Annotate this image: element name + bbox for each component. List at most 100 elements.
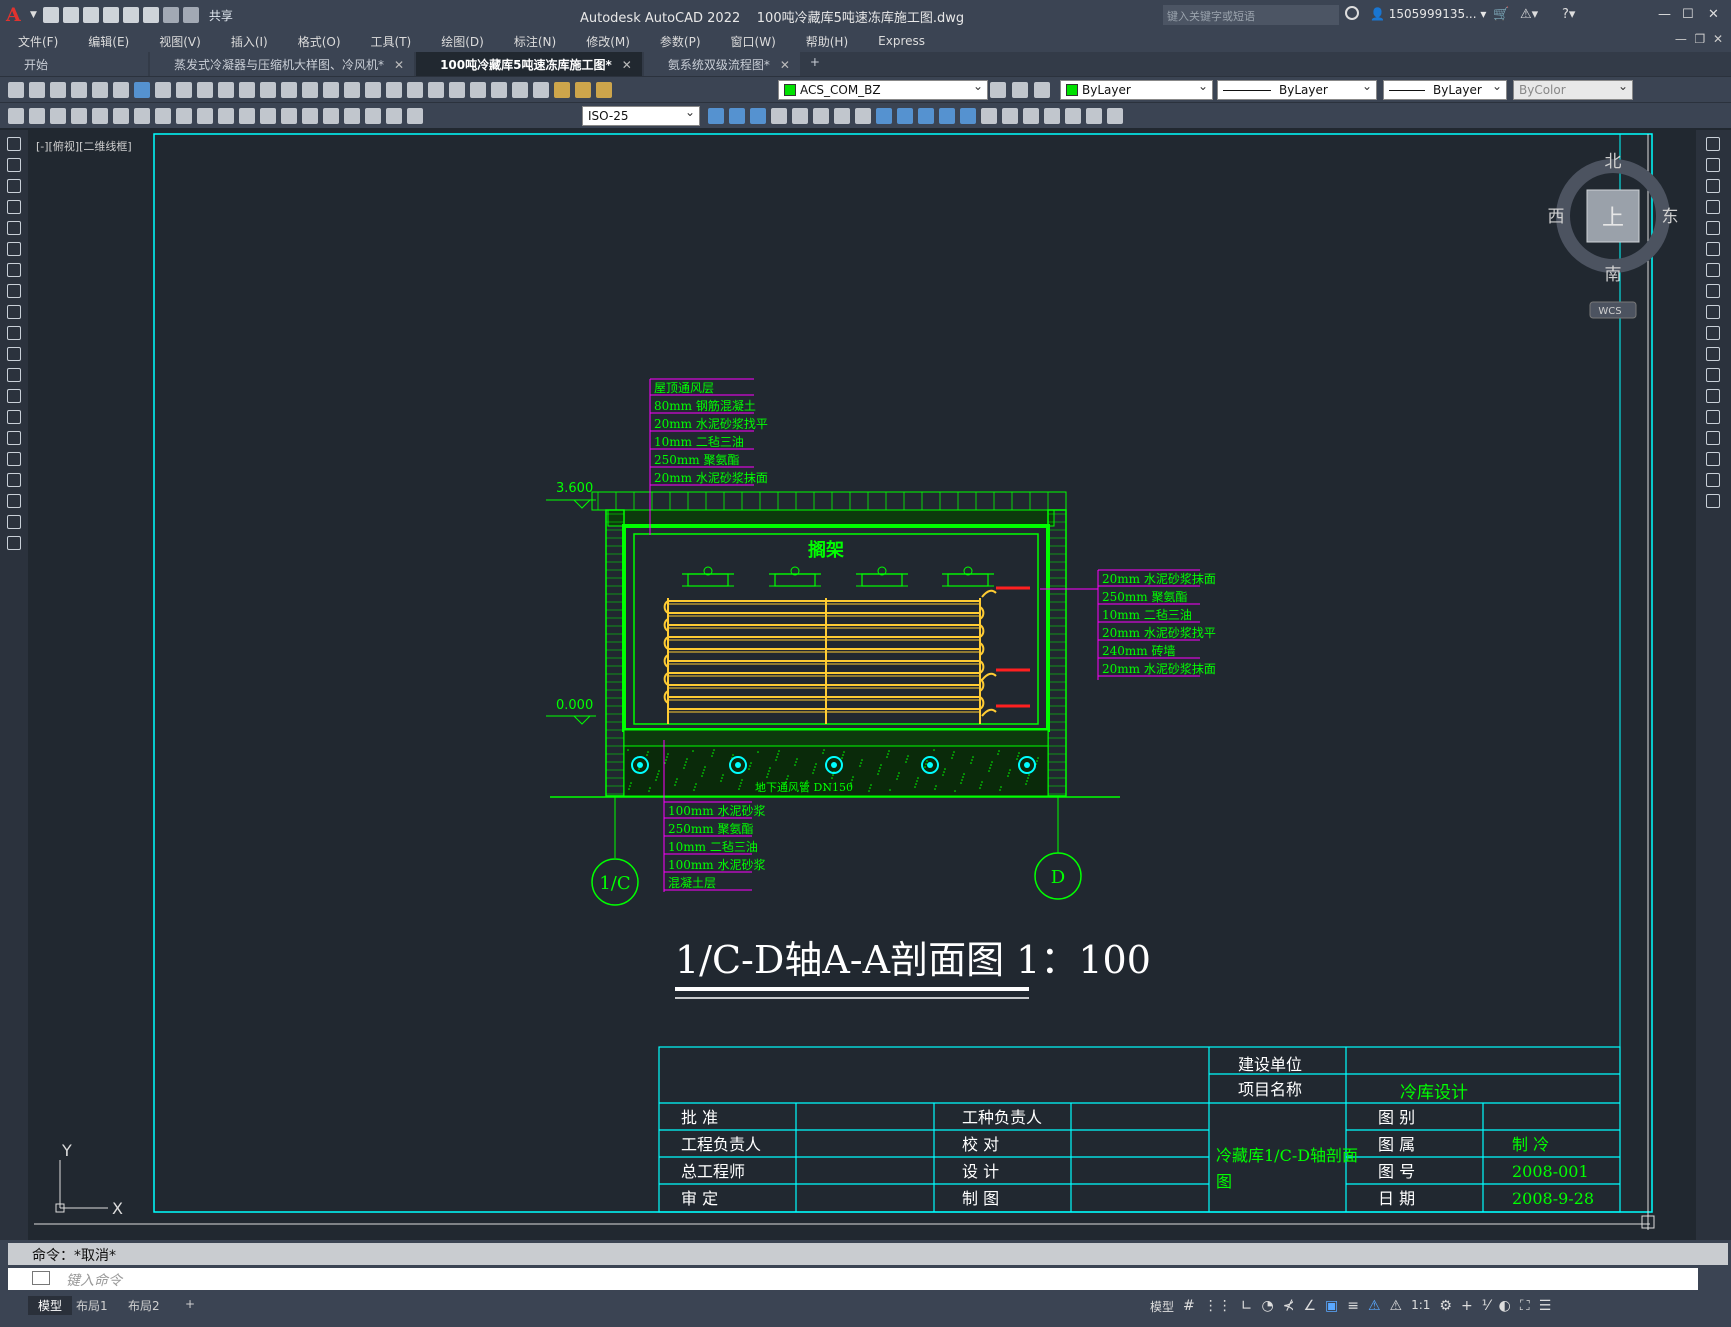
scale-icon[interactable]: [855, 108, 871, 124]
title-block[interactable]: [658, 1046, 1621, 1213]
erase-icon[interactable]: [1706, 137, 1720, 151]
block-editor-icon[interactable]: [239, 82, 255, 98]
add-selected-icon[interactable]: [7, 536, 21, 550]
make-block-icon[interactable]: [7, 389, 21, 403]
fullscreen-icon[interactable]: ⛶: [1520, 1298, 1530, 1315]
arc-icon[interactable]: [7, 242, 21, 256]
dim-text-edit-icon[interactable]: [386, 108, 402, 124]
model-space-button[interactable]: 模型: [1150, 1298, 1174, 1315]
layout2-tab[interactable]: 布局2: [118, 1296, 170, 1315]
app-menu-caret-icon[interactable]: ▼: [30, 10, 37, 20]
dim-baseline-icon[interactable]: [197, 108, 213, 124]
maximize-icon[interactable]: ☐: [1682, 7, 1694, 22]
dim-arc-icon[interactable]: [50, 108, 66, 124]
xline-icon[interactable]: [7, 158, 21, 172]
center-mark-icon[interactable]: [302, 108, 318, 124]
draworder-icon[interactable]: [1086, 108, 1102, 124]
menu-help[interactable]: 帮助(H): [788, 33, 860, 50]
3d-print-icon[interactable]: [134, 82, 150, 98]
spline-icon[interactable]: [7, 305, 21, 319]
join-icon[interactable]: [1706, 410, 1720, 424]
offset-icon[interactable]: [771, 108, 787, 124]
trim-icon[interactable]: [897, 108, 913, 124]
dim-aligned-icon[interactable]: [29, 108, 45, 124]
design-center-icon[interactable]: [407, 82, 423, 98]
close-icon[interactable]: ✕: [1708, 7, 1719, 22]
make-current-layer-icon[interactable]: [990, 82, 1006, 98]
polar-icon[interactable]: ◔: [1261, 1298, 1273, 1315]
auto-scale-icon[interactable]: ⚠: [1390, 1298, 1403, 1315]
break-at-point-icon[interactable]: [1706, 368, 1720, 382]
break-icon[interactable]: [1706, 389, 1720, 403]
grid-icon[interactable]: #: [1183, 1298, 1195, 1315]
gradient-icon[interactable]: [7, 452, 21, 466]
dim-edit-icon[interactable]: [365, 108, 381, 124]
dim-ordinate-icon[interactable]: [71, 108, 87, 124]
plot-icon[interactable]: [71, 82, 87, 98]
line-icon[interactable]: [7, 137, 21, 151]
document-window-controls[interactable]: — ❐ ✕: [1675, 32, 1723, 46]
cart-icon[interactable]: 🛒: [1493, 7, 1509, 22]
osnap-tracking-icon[interactable]: ⊀: [1283, 1298, 1295, 1315]
units-icon[interactable]: ⅟: [1482, 1298, 1490, 1315]
undo-icon[interactable]: [260, 82, 276, 98]
region-icon[interactable]: [7, 473, 21, 487]
tab-start[interactable]: 开始: [0, 52, 148, 76]
layer-properties-icon[interactable]: [533, 82, 549, 98]
fillet-icon[interactable]: [1002, 108, 1018, 124]
layer-previous-icon[interactable]: [1012, 82, 1028, 98]
help-icon[interactable]: [512, 82, 528, 98]
paste-icon[interactable]: [197, 82, 213, 98]
table-icon[interactable]: [7, 494, 21, 508]
markup-icon[interactable]: [470, 82, 486, 98]
dim-angular-icon[interactable]: [155, 108, 171, 124]
lineweight-icon[interactable]: ≡: [1347, 1298, 1359, 1315]
redo-icon[interactable]: [281, 82, 297, 98]
open-web-icon[interactable]: [122, 7, 139, 23]
insert-block-icon[interactable]: [7, 368, 21, 382]
add-layout-icon[interactable]: +: [175, 1296, 205, 1312]
tolerance-icon[interactable]: [281, 108, 297, 124]
undo-icon[interactable]: [162, 7, 179, 23]
share-button[interactable]: 共享: [209, 7, 233, 24]
menu-modify[interactable]: 修改(M): [568, 33, 642, 50]
layer-dropdown[interactable]: ACS_COM_BZ: [778, 79, 988, 100]
menu-draw[interactable]: 绘图(D): [423, 33, 496, 50]
hatch-icon[interactable]: [7, 431, 21, 445]
user-account[interactable]: 👤 1505999135... ▾: [1370, 7, 1486, 21]
layout1-tab[interactable]: 布局1: [66, 1296, 118, 1315]
menu-dimension[interactable]: 标注(N): [496, 33, 568, 50]
redo-icon[interactable]: [182, 7, 199, 23]
dim-diameter-icon[interactable]: [134, 108, 150, 124]
isolate-icon[interactable]: ◐: [1499, 1298, 1511, 1315]
linetype-dropdown[interactable]: ByLayer: [1217, 79, 1377, 100]
polygon-icon[interactable]: [7, 200, 21, 214]
zoom-window-icon[interactable]: [344, 82, 360, 98]
drawing-canvas[interactable]: 上 北 南 东 西 WCS Y X 3.600 0.000 搁架 地下通风管 D…: [28, 130, 1696, 1240]
rectangle-icon[interactable]: [7, 221, 21, 235]
zoom-previous-icon[interactable]: [365, 82, 381, 98]
dimstyle-dropdown[interactable]: ISO-25: [582, 105, 700, 126]
array-icon[interactable]: [792, 108, 808, 124]
copy-object-icon[interactable]: [729, 108, 745, 124]
compass-east[interactable]: 东: [1662, 207, 1679, 227]
rotate-icon[interactable]: [1706, 263, 1720, 277]
search-icon[interactable]: [1345, 6, 1359, 20]
layer-lock-icon[interactable]: [596, 82, 612, 98]
tab-close-icon[interactable]: ✕: [394, 58, 404, 72]
menu-edit[interactable]: 编辑(E): [70, 33, 141, 50]
minimize-icon[interactable]: —: [1658, 7, 1671, 22]
tool-palettes-icon[interactable]: [428, 82, 444, 98]
zoom-realtime-icon[interactable]: [323, 82, 339, 98]
workspace-gear-icon[interactable]: ⚙: [1439, 1298, 1452, 1315]
autocad-logo-icon[interactable]: A: [6, 4, 28, 26]
menu-format[interactable]: 格式(O): [280, 33, 353, 50]
compass-north[interactable]: 北: [1605, 152, 1622, 172]
cut-icon[interactable]: [155, 82, 171, 98]
command-input[interactable]: 键入命令: [8, 1268, 1698, 1290]
menu-parametric[interactable]: 参数(P): [642, 33, 713, 50]
preview-icon[interactable]: [92, 82, 108, 98]
blend-icon[interactable]: [1706, 473, 1720, 487]
object-snap-icon[interactable]: ▣: [1325, 1298, 1338, 1315]
open-icon[interactable]: [29, 82, 45, 98]
